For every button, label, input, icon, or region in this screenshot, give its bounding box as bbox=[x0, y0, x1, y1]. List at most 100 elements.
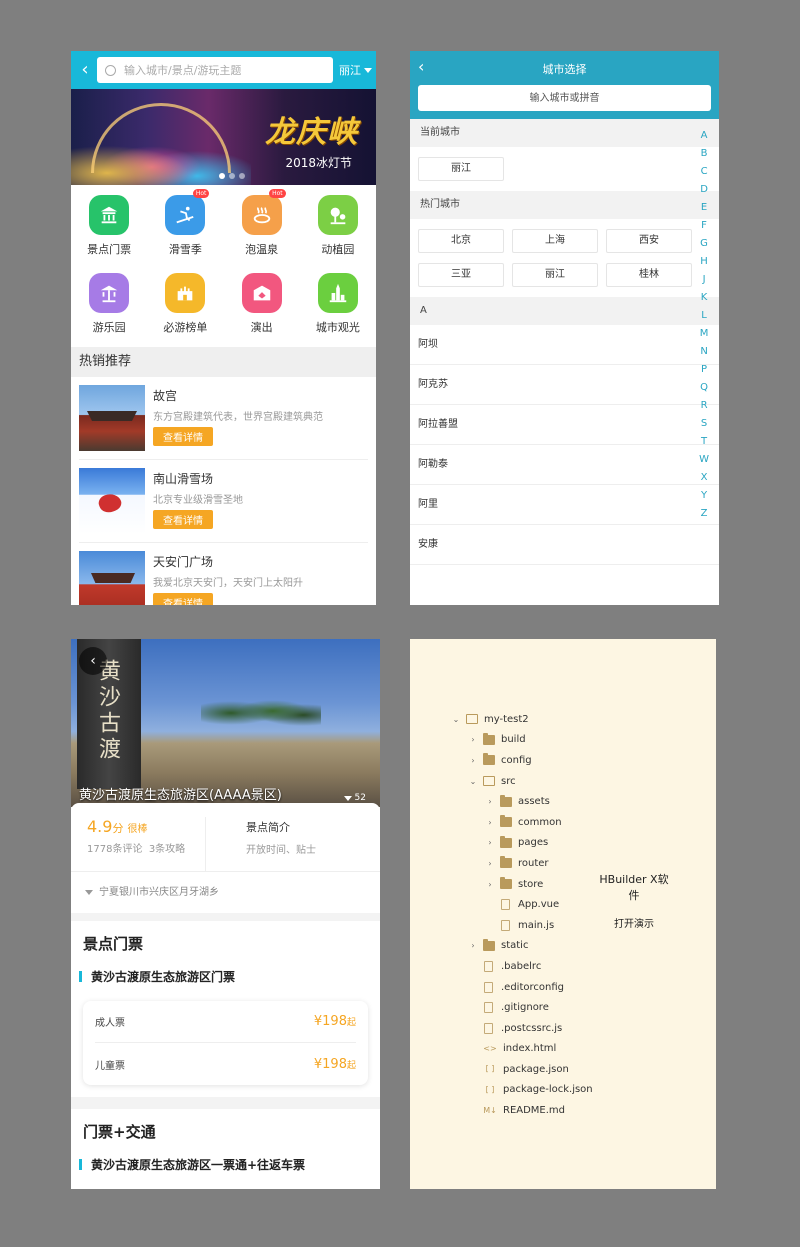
alphabet-letter[interactable]: F bbox=[701, 217, 707, 235]
tree-row[interactable]: › store bbox=[450, 874, 593, 895]
view-detail-button[interactable]: 查看详情 bbox=[153, 593, 213, 605]
alphabet-letter[interactable]: Y bbox=[701, 487, 707, 505]
city-search-input[interactable] bbox=[418, 85, 711, 111]
alphabet-letter[interactable]: G bbox=[700, 235, 708, 253]
tree-row[interactable]: ⌄ src bbox=[450, 771, 593, 792]
hot-city-chip[interactable]: 北京 bbox=[418, 229, 504, 253]
hot-city-chip[interactable]: 上海 bbox=[512, 229, 598, 253]
chevron-right-icon[interactable]: › bbox=[484, 880, 496, 889]
tree-row[interactable]: [ ] package.json bbox=[450, 1059, 593, 1080]
tree-row[interactable]: ⌄ my-test2 bbox=[450, 709, 593, 730]
chevron-down-icon[interactable]: ⌄ bbox=[450, 715, 462, 724]
category-item[interactable]: 动植园 bbox=[300, 195, 376, 273]
alphabet-letter[interactable]: X bbox=[701, 469, 708, 487]
city-row[interactable]: 阿克苏 bbox=[410, 365, 719, 405]
chevron-right-icon[interactable]: › bbox=[467, 735, 479, 744]
alphabet-letter[interactable]: E bbox=[701, 199, 707, 217]
tree-row[interactable]: M↓ README.md bbox=[450, 1100, 593, 1121]
home-search-box[interactable] bbox=[97, 57, 333, 83]
tree-row[interactable]: App.vue bbox=[450, 894, 593, 915]
hot-city-chip[interactable]: 桂林 bbox=[606, 263, 692, 287]
alphabet-letter[interactable]: D bbox=[700, 181, 708, 199]
tree-row[interactable]: › static bbox=[450, 936, 593, 957]
tree-row[interactable]: .babelrc bbox=[450, 956, 593, 977]
alphabet-letter[interactable]: Z bbox=[701, 505, 708, 523]
alphabet-letter[interactable]: T bbox=[701, 433, 707, 451]
category-item[interactable]: 城市观光 bbox=[300, 273, 376, 351]
alphabet-letter[interactable]: P bbox=[701, 361, 707, 379]
alphabet-letter[interactable]: M bbox=[700, 325, 709, 343]
intro-block[interactable]: 景点简介 开放时间、贴士 bbox=[206, 817, 364, 871]
tree-row[interactable]: › pages bbox=[450, 833, 593, 854]
home-search-input[interactable] bbox=[124, 63, 333, 77]
photo-count[interactable]: 52 bbox=[343, 793, 366, 803]
alphabet-letter[interactable]: B bbox=[701, 145, 708, 163]
hot-city-chip[interactable]: 三亚 bbox=[418, 263, 504, 287]
chevron-right-icon[interactable]: › bbox=[484, 797, 496, 806]
city-row[interactable]: 阿勒泰 bbox=[410, 445, 719, 485]
alphabet-letter[interactable]: A bbox=[701, 127, 708, 145]
ticket-row[interactable]: 儿童票 ¥198起 bbox=[95, 1043, 356, 1085]
back-chevron-icon[interactable]: ‹ bbox=[418, 57, 424, 76]
chevron-right-icon[interactable]: › bbox=[484, 838, 496, 847]
alphabet-letter[interactable]: N bbox=[700, 343, 707, 361]
hot-city-chip[interactable]: 丽江 bbox=[512, 263, 598, 287]
tree-row[interactable]: <> index.html bbox=[450, 1039, 593, 1060]
alphabet-letter[interactable]: K bbox=[701, 289, 708, 307]
chevron-right-icon[interactable]: › bbox=[467, 941, 479, 950]
chevron-down-icon[interactable]: ⌄ bbox=[467, 777, 479, 786]
address-row[interactable]: 宁夏银川市兴庆区月牙湖乡 bbox=[71, 871, 380, 913]
tree-row[interactable]: › router bbox=[450, 853, 593, 874]
ticket-row[interactable]: 成人票 ¥198起 bbox=[95, 1001, 356, 1043]
current-city-chip[interactable]: 丽江 bbox=[418, 157, 504, 181]
category-item[interactable]: 必游榜单 bbox=[147, 273, 223, 351]
back-chevron-icon[interactable]: ‹ bbox=[77, 59, 93, 81]
alphabet-letter[interactable]: J bbox=[703, 271, 706, 289]
city-row[interactable]: 安康 bbox=[410, 525, 719, 565]
tree-row[interactable]: .postcssrc.js bbox=[450, 1018, 593, 1039]
alphabet-letter[interactable]: C bbox=[701, 163, 708, 181]
city-row[interactable]: 阿里 bbox=[410, 485, 719, 525]
tree-row[interactable]: [ ] package-lock.json bbox=[450, 1080, 593, 1101]
category-item[interactable]: Hot 泡温泉 bbox=[224, 189, 300, 273]
city-row[interactable]: 阿拉善盟 bbox=[410, 405, 719, 445]
list-item[interactable]: 南山滑雪场 北京专业级滑雪圣地 查看详情 bbox=[79, 460, 368, 543]
alphabet-letter[interactable]: W bbox=[699, 451, 709, 469]
promo-banner[interactable]: 龙庆峡 2018冰灯节 bbox=[71, 89, 376, 185]
rating-block[interactable]: 4.9分 很棒 1778条评论 3条攻略 bbox=[87, 817, 206, 871]
hot-city-chip[interactable]: 西安 bbox=[606, 229, 692, 253]
back-button[interactable]: ‹ bbox=[79, 647, 107, 675]
view-detail-button[interactable]: 查看详情 bbox=[153, 510, 213, 529]
chevron-right-icon[interactable]: › bbox=[484, 859, 496, 868]
alphabet-letter[interactable]: H bbox=[700, 253, 708, 271]
category-item[interactable]: Hot 滑雪季 bbox=[147, 189, 223, 273]
alphabet-letter[interactable]: L bbox=[701, 307, 707, 325]
tree-row[interactable]: main.js bbox=[450, 915, 593, 936]
city-row[interactable]: 阿坝 bbox=[410, 325, 719, 365]
view-detail-button[interactable]: 查看详情 bbox=[153, 427, 213, 446]
pager-dot[interactable] bbox=[229, 173, 235, 179]
tree-row[interactable]: › build bbox=[450, 730, 593, 751]
chevron-right-icon[interactable]: › bbox=[484, 818, 496, 827]
scenic-hero-photo[interactable]: 黄沙古渡 ‹ 黄沙古渡原生态旅游区(AAAA景区) 52 bbox=[71, 639, 380, 807]
pager-dot[interactable] bbox=[219, 173, 225, 179]
alphabet-letter[interactable]: Q bbox=[700, 379, 708, 397]
list-item[interactable]: 天安门广场 我爱北京天安门，天安门上太阳升 查看详情 bbox=[79, 543, 368, 605]
category-item[interactable]: 景点门票 bbox=[71, 195, 147, 273]
item-name: 故宫 bbox=[153, 389, 178, 403]
category-item[interactable]: 游乐园 bbox=[71, 273, 147, 351]
tree-row[interactable]: › config bbox=[450, 750, 593, 771]
tree-row[interactable]: .gitignore bbox=[450, 997, 593, 1018]
tree-row[interactable]: › common bbox=[450, 812, 593, 833]
tree-row[interactable]: .editorconfig bbox=[450, 977, 593, 998]
tree-item-label: index.html bbox=[503, 1043, 557, 1055]
list-item[interactable]: 故宫 东方宫殿建筑代表，世界宫殿建筑典范 查看详情 bbox=[79, 377, 368, 460]
category-item[interactable]: 演出 bbox=[224, 273, 300, 351]
tree-row[interactable]: › assets bbox=[450, 791, 593, 812]
alphabet-letter[interactable]: S bbox=[701, 415, 707, 433]
combo-group-title[interactable]: 黄沙古渡原生态旅游区一票通+往返车票 bbox=[79, 1156, 368, 1173]
alphabet-letter[interactable]: R bbox=[701, 397, 708, 415]
chevron-right-icon[interactable]: › bbox=[467, 756, 479, 765]
pager-dot[interactable] bbox=[239, 173, 245, 179]
city-selector[interactable]: 丽江 bbox=[339, 62, 372, 78]
